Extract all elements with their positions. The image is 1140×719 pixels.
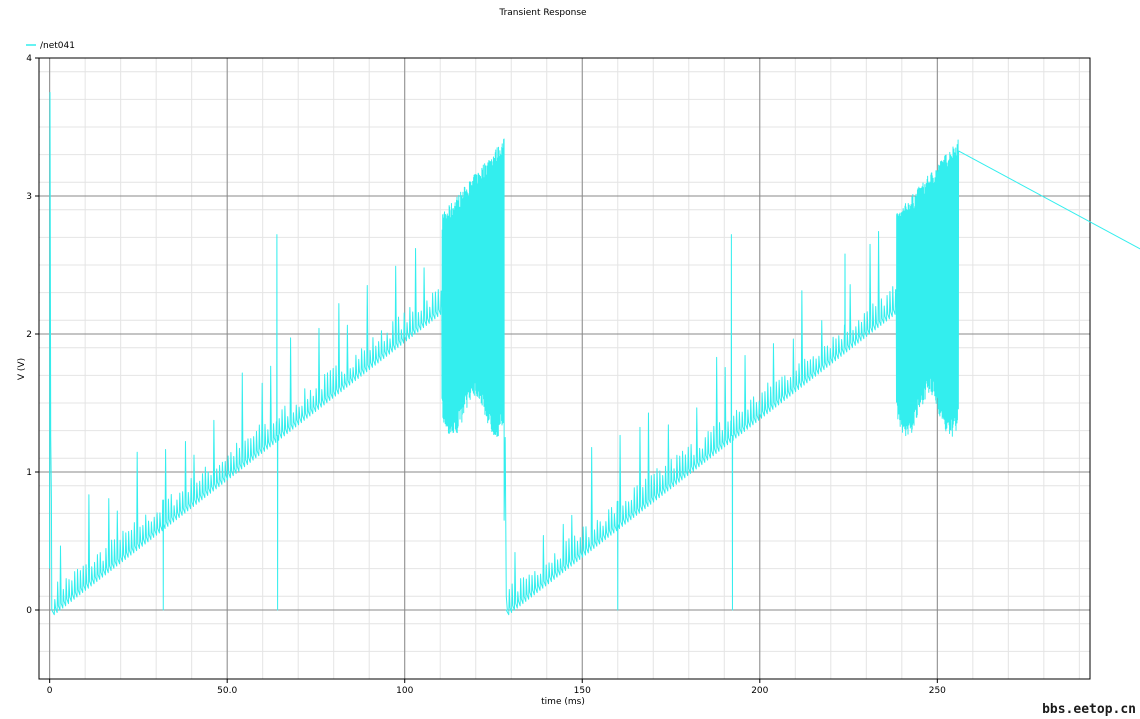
y-tick-label: 1: [26, 468, 32, 478]
x-tick-label: 250: [929, 686, 946, 696]
y-tick-label: 3: [26, 192, 32, 202]
x-tick-label: 100: [396, 686, 413, 696]
chart-title: Transient Response: [498, 8, 587, 18]
legend-label-net041: /net041: [40, 41, 75, 51]
x-axis-ticks: 0 50.0 100 150 200 250: [47, 679, 946, 696]
x-tick-label: 0: [47, 686, 53, 696]
series-net041-trace: [49, 92, 1140, 616]
y-tick-label: 4: [26, 54, 32, 64]
watermark: bbs.eetop.cn: [1042, 702, 1136, 717]
x-axis-label: time (ms): [541, 697, 585, 707]
x-tick-label: 150: [574, 686, 591, 696]
y-axis-ticks: 0 1 2 3 4: [26, 54, 39, 616]
y-tick-label: 0: [26, 606, 32, 616]
y-tick-label: 2: [26, 330, 32, 340]
x-tick-label: 200: [751, 686, 768, 696]
y-axis-label: V (V): [17, 358, 27, 380]
transient-response-chart: Transient Response /net041 0 50.0 100 150 20…: [17, 8, 1140, 707]
legend: /net041: [26, 41, 75, 51]
series-layer: [49, 92, 1140, 616]
x-tick-label: 50.0: [217, 686, 237, 696]
